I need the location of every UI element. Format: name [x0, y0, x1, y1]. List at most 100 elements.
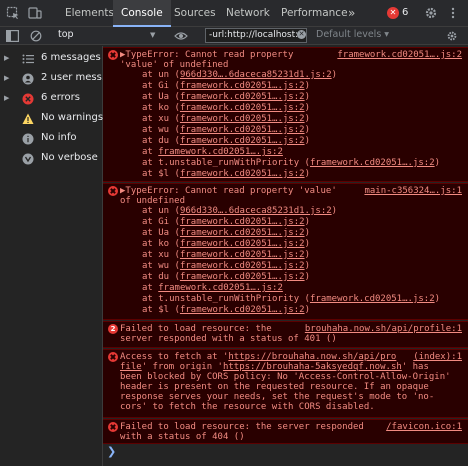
stack-frame-close: ) [304, 228, 310, 238]
stack-frame: at framework.cd02051….js:2 [142, 147, 283, 157]
source-link[interactable]: main-c356324….js:1 [364, 186, 462, 196]
stack-frame-link[interactable]: framework.cd02051….js:2 [310, 158, 435, 168]
stack-frame-function: at wu ( [142, 125, 180, 135]
request-url-link[interactable]: https://brouhaha.now.sh/api/pro [228, 352, 396, 362]
device-toolbar-icon[interactable] [28, 6, 42, 20]
error-text: response serves your needs, set the requ… [120, 392, 435, 402]
error-icon [108, 50, 118, 60]
verbose-icon [22, 153, 34, 165]
error-icon [108, 422, 118, 432]
error-text: with a status of 404 () [120, 432, 245, 442]
expand-arrow-icon[interactable]: ▶ [4, 54, 9, 62]
stack-frame-function: at xu ( [142, 114, 180, 124]
error-icon [108, 352, 118, 362]
stack-frame-link[interactable]: framework.cd02051….js:2 [180, 125, 305, 135]
more-options-icon[interactable] [446, 6, 460, 20]
stack-frame-link[interactable]: framework.cd02051….js:2 [310, 294, 435, 304]
stack-frame-link[interactable]: framework.cd02051….js:2 [180, 81, 305, 91]
stack-frame-function: at t.unstable_runWithPriority ( [142, 158, 310, 168]
stack-frame: at du (framework.cd02051….js:2) [142, 272, 310, 282]
error-text[interactable]: ▶TypeError: Cannot read property 'value' [120, 186, 337, 196]
context-selector[interactable]: top [58, 29, 74, 40]
tab-console[interactable]: Console [113, 0, 171, 27]
stack-frame-link[interactable]: framework.cd02051….js:2 [158, 283, 283, 293]
stack-frame: at du (framework.cd02051….js:2) [142, 136, 310, 146]
stack-frame-function: at [142, 147, 159, 157]
stack-frame-function: at du ( [142, 272, 180, 282]
stack-frame-link[interactable]: framework.cd02051….js:2 [180, 261, 305, 271]
info-icon [22, 133, 34, 145]
settings-gear-icon[interactable] [424, 6, 438, 20]
console-prompt[interactable]: ❯ [107, 445, 116, 458]
stack-frame-link[interactable]: framework.cd02051….js:2 [180, 103, 305, 113]
stack-frame-function: at Ua ( [142, 92, 180, 102]
error-text: of undefined [120, 196, 186, 206]
error-count-icon[interactable]: ✕ [387, 7, 399, 19]
stack-frame-close: ) [304, 81, 310, 91]
stack-frame-close: ) [304, 114, 310, 124]
stack-frame-close: ) [331, 206, 338, 216]
stack-frame-link[interactable]: 966d330….6daceca85231d1.js:2 [180, 206, 332, 216]
stack-frame-close: ) [304, 92, 310, 102]
source-link[interactable]: framework.cd02051….js:2 [337, 50, 462, 60]
console-settings-gear-icon[interactable] [446, 30, 458, 42]
stack-frame-link[interactable]: framework.cd02051….js:2 [158, 147, 283, 157]
stack-frame: at xu (framework.cd02051….js:2) [142, 114, 310, 124]
stack-frame-link[interactable]: framework.cd02051….js:2 [180, 169, 305, 179]
sidebar-item-warnings[interactable]: No warnings [0, 109, 103, 129]
stack-frame-close: ) [434, 294, 441, 304]
stack-frame-link[interactable]: framework.cd02051….js:2 [180, 217, 305, 227]
source-link[interactable]: /favicon.ico:1 [386, 422, 462, 432]
stack-frame-link[interactable]: framework.cd02051….js:2 [180, 136, 305, 146]
source-link[interactable]: (index):1 [413, 352, 462, 362]
stack-frame: at un (966d330….6daceca85231d1.js:2) [142, 206, 337, 216]
stack-frame-link[interactable]: framework.cd02051….js:2 [180, 239, 305, 249]
stack-frame-function: at du ( [142, 136, 180, 146]
sidebar-item-user-messages[interactable]: ▶ 2 user mess... [0, 69, 111, 89]
stack-frame: at xu (framework.cd02051….js:2) [142, 250, 310, 260]
request-url-link-cont[interactable]: file [120, 362, 142, 372]
error-text[interactable]: ▶TypeError: Cannot read property [120, 50, 293, 60]
stack-frame: at t.unstable_runWithPriority (framework… [142, 294, 440, 304]
error-text: ' from origin ' [141, 362, 223, 372]
filter-input[interactable]: -url:http://localhost:3 [205, 28, 307, 43]
stack-frame-link[interactable]: 966d330….6daceca85231d1.js:2 [180, 70, 332, 80]
sidebar-item-info[interactable]: No info [0, 129, 103, 149]
tab-network[interactable]: Network [218, 0, 278, 27]
stack-frame-close: ) [304, 272, 310, 282]
warning-icon [22, 113, 34, 124]
sidebar-item-verbose[interactable]: No verbose [0, 149, 103, 169]
stack-frame-link[interactable]: framework.cd02051….js:2 [180, 92, 305, 102]
sidebar-item-messages[interactable]: ▶ 6 messages [0, 49, 103, 69]
stack-frame-link[interactable]: framework.cd02051….js:2 [180, 305, 305, 315]
source-link[interactable]: brouhaha.now.sh/api/profile:1 [305, 324, 462, 334]
live-expression-eye-icon[interactable] [174, 31, 188, 41]
stack-frame-link[interactable]: framework.cd02051….js:2 [180, 114, 305, 124]
stack-frame-function: at un ( [142, 70, 180, 80]
stack-frame: at $l (framework.cd02051….js:2) [142, 305, 310, 315]
clear-console-icon[interactable] [30, 30, 42, 42]
stack-frame-close: ) [434, 158, 441, 168]
console-message-error: Failed to load resource: the server resp… [103, 419, 468, 444]
sidebar-toggle-icon[interactable] [6, 30, 19, 42]
more-tabs-button[interactable]: » [340, 0, 363, 27]
console-message-error: Access to fetch at 'https://brouhaha.now… [103, 349, 468, 418]
stack-frame-function: at [142, 283, 159, 293]
clear-filter-icon[interactable]: ✕ [297, 30, 306, 39]
origin-url-link[interactable]: https://brouhaha-5aksyedqf.now.sh [223, 362, 402, 372]
stack-frame-link[interactable]: framework.cd02051….js:2 [180, 228, 305, 238]
context-dropdown-icon[interactable]: ▼ [150, 31, 155, 39]
console-message-error: ▶TypeError: Cannot read property 'value'… [103, 183, 468, 320]
stack-frame: at ko (framework.cd02051….js:2) [142, 239, 310, 249]
stack-frame-close: ) [304, 217, 310, 227]
expand-arrow-icon[interactable]: ▶ [4, 94, 9, 102]
sidebar-item-errors[interactable]: ▶ 6 errors [0, 89, 103, 109]
stack-frame-function: at Gi ( [142, 217, 180, 227]
stack-frame-link[interactable]: framework.cd02051….js:2 [180, 250, 305, 260]
expand-arrow-icon[interactable]: ▶ [4, 74, 9, 82]
stack-frame-link[interactable]: framework.cd02051….js:2 [180, 272, 305, 282]
error-count[interactable]: 6 [402, 7, 408, 18]
inspect-element-icon[interactable] [6, 6, 20, 20]
log-levels-dropdown[interactable]: Default levels ▾ [316, 29, 389, 40]
tab-sources[interactable]: Sources [166, 0, 224, 27]
